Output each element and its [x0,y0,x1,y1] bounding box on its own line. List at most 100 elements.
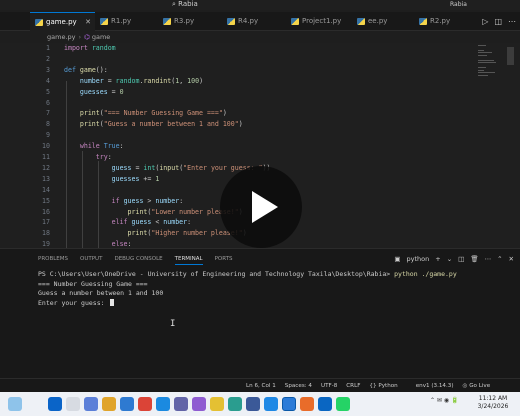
line-number: 17 [42,218,50,227]
clock-date: 3/24/2026 [477,403,509,410]
linkedin-icon[interactable] [318,397,332,411]
close-icon[interactable]: ✕ [509,255,514,263]
code-line: 10 while True: [0,141,470,152]
split-terminal-icon[interactable]: ◫ [458,255,464,263]
tab-game-py[interactable]: game.py ✕ [30,12,95,31]
line-number: 12 [42,163,50,172]
run-icon[interactable]: ▷ [482,17,488,26]
windows-taskbar: ⌃ ✉ ◉ 🔋 11:12 AM 3/24/2026 [0,392,520,416]
tab-r2-py[interactable]: R2.py [414,12,454,31]
line-number: 2 [46,54,50,63]
tab-label: R1.py [111,17,132,25]
chrome-icon[interactable] [138,397,152,411]
editor-actions: ▷ ◫ ⋯ [476,12,516,31]
code-line: 4 number = random.randint(1, 100) [0,76,470,87]
line-number: 18 [42,229,50,238]
panel-actions: ▣ python + ⌄ ◫ 🗑 ⋯ ⌃ ✕ [388,252,514,266]
teams-icon[interactable] [174,397,188,411]
trash-icon[interactable]: 🗑 [470,255,478,263]
line-number: 10 [42,142,50,151]
editor-scrollbar[interactable] [507,47,514,65]
windows-start-icon[interactable] [48,397,62,411]
panel-tab-bar: PROBLEMS OUTPUT DEBUG CONSOLE TERMINAL PORTS [38,252,245,266]
line-number: 16 [42,207,50,216]
app-icon[interactable] [300,397,314,411]
user-label: Rabia [450,1,467,8]
tab-r3-py[interactable]: R3.py [158,12,218,31]
tab-output[interactable]: OUTPUT [80,256,102,262]
line-number: 11 [42,153,50,161]
line-endings[interactable]: CRLF [346,383,360,389]
tab-r1-py[interactable]: R1.py [95,12,155,31]
terminal-line: Enter your guess: [38,298,109,307]
tab-problems[interactable]: PROBLEMS [38,256,68,262]
search-text: Rabia [178,0,198,8]
code-line: 7 print("=== Number Guessing Game ===") [0,108,470,119]
breadcrumb: game.py › ⌬ game [0,31,520,43]
status-bar: Ln 6, Col 1 Spaces: 4 UTF-8 CRLF {} Python en… [0,378,520,403]
tab-label: R2.py [430,17,451,25]
python-file-icon [291,18,299,25]
chevron-down-icon[interactable]: ⌄ [447,255,452,263]
app-icon[interactable] [210,397,224,411]
python-file-icon [419,18,427,25]
tab-label: game.py [46,18,77,26]
python-env[interactable]: env1 (3.14.3) [416,383,454,389]
go-live-label: Go Live [469,383,491,389]
terminal-prompt: PS C:\Users\User\OneDrive - University o… [38,270,395,278]
code-line: 2 [0,54,470,65]
tab-ee-py[interactable]: ee.py [352,12,404,31]
whatsapp-icon[interactable] [336,397,350,411]
shell-name[interactable]: python [407,255,430,263]
language-mode[interactable]: {} Python [369,383,406,389]
title-bar: ⌕ Rabia Rabia [0,0,520,10]
clock[interactable]: 11:12 AM 3/24/2026 [468,395,518,411]
tab-debug-console[interactable]: DEBUG CONSOLE [114,256,162,262]
cursor-position[interactable]: Ln 6, Col 1 [246,383,276,389]
close-icon[interactable]: ✕ [85,13,91,32]
go-live-button[interactable]: ◎ Go Live [463,383,500,389]
maximize-icon[interactable]: ⌃ [497,255,502,263]
line-number: 7 [46,109,50,118]
terminal-line: === Number Guessing Game === [38,279,148,288]
indentation[interactable]: Spaces: 4 [285,383,312,389]
tab-project1-py[interactable]: Project1.py [286,12,352,31]
line-number: 9 [46,131,50,140]
video-play-button[interactable] [220,166,302,248]
code-line: 11 try: [0,152,470,163]
system-tray[interactable]: ⌃ ✉ ◉ 🔋 [430,397,458,404]
code-line: 5 guesses = 0 [0,87,470,98]
encoding[interactable]: UTF-8 [321,383,337,389]
file-explorer-icon[interactable] [102,397,116,411]
command-center-search[interactable]: ⌕ Rabia [172,0,198,9]
code-line: 6 [0,98,470,109]
line-number: 4 [46,76,50,85]
app-icon[interactable] [264,397,278,411]
app-icon[interactable] [246,397,260,411]
more-actions-icon[interactable]: ⋯ [485,255,492,263]
tab-ports[interactable]: PORTS [215,256,233,262]
line-number: 13 [42,174,50,183]
editor-tab-bar: game.py ✕ R1.py R3.py R4.py Project1.py … [0,12,520,31]
edge-icon[interactable] [120,397,134,411]
breadcrumb-symbol[interactable]: game [92,33,110,41]
minimap[interactable] [478,43,498,103]
more-actions-icon[interactable]: ⋯ [508,17,516,26]
search-icon[interactable] [66,397,80,411]
app-icon[interactable] [156,397,170,411]
terminal-output[interactable]: PS C:\Users\User\OneDrive - University o… [38,270,518,308]
weather-icon[interactable] [8,397,22,411]
task-view-icon[interactable] [84,397,98,411]
clock-time: 11:12 AM [478,395,508,402]
add-terminal-icon[interactable]: + [435,255,440,263]
python-file-icon [163,18,171,25]
code-line: 8 print("Guess a number between 1 and 10… [0,119,470,130]
app-icon[interactable] [192,397,206,411]
tab-r4-py[interactable]: R4.py [222,12,282,31]
tab-terminal[interactable]: TERMINAL [174,256,203,265]
breadcrumb-file[interactable]: game.py [47,33,75,41]
line-number: 15 [42,196,50,205]
vscode-icon[interactable] [282,397,296,411]
split-editor-icon[interactable]: ◫ [494,17,502,26]
app-icon[interactable] [228,397,242,411]
